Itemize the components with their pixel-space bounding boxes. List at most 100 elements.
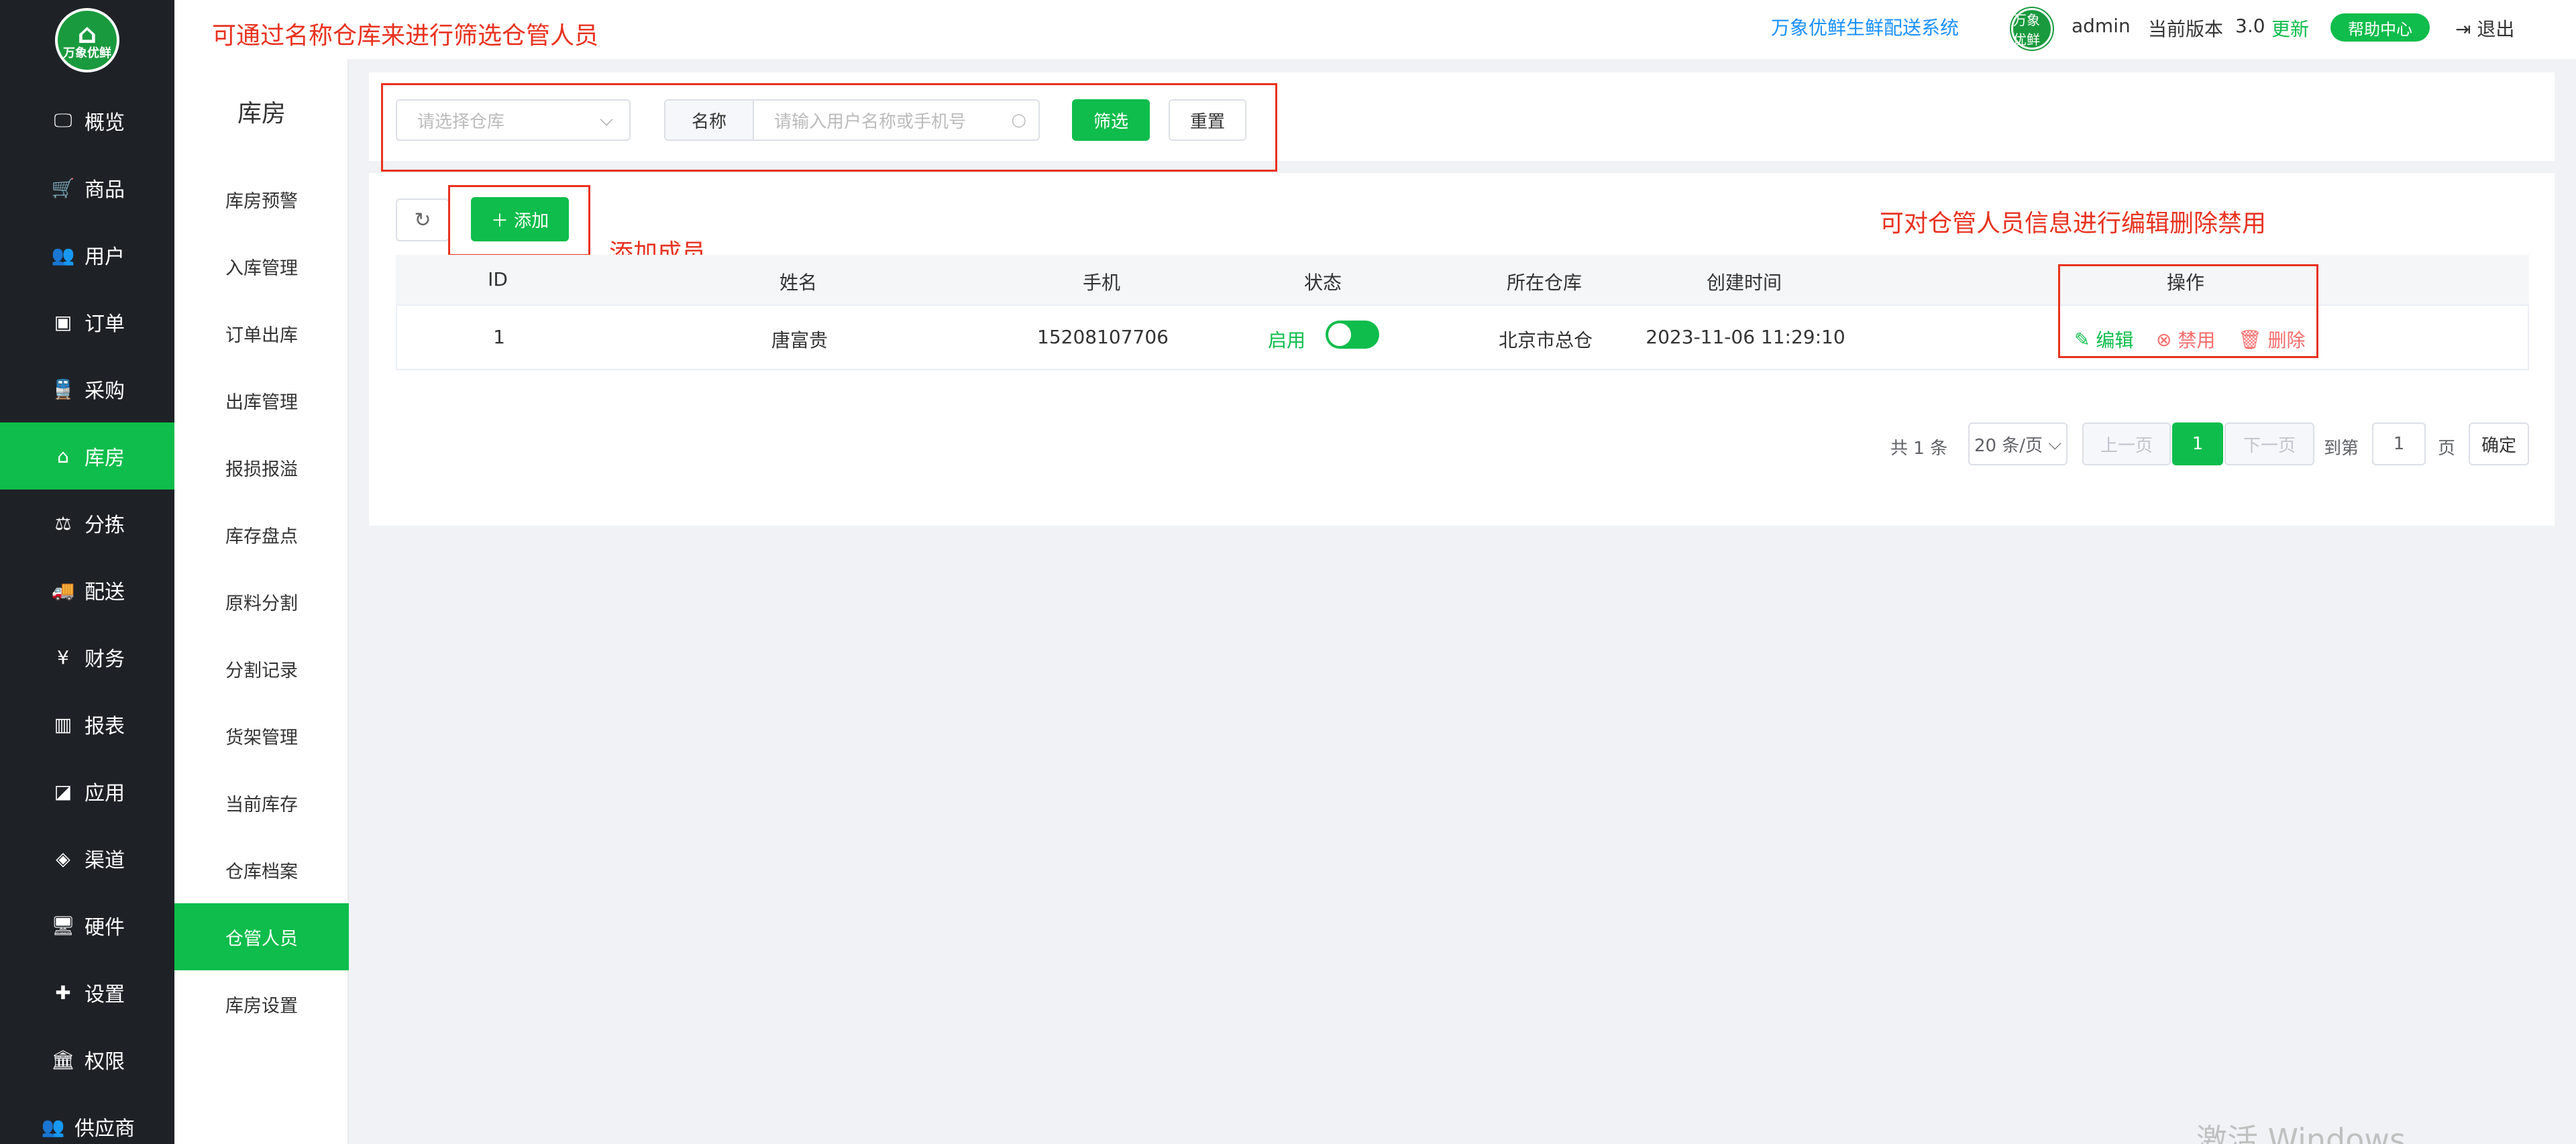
goto-confirm-button[interactable]: 确定 <box>2469 422 2529 465</box>
sidebar-item-label: 商品 <box>85 178 125 202</box>
subnav-item-loss-overflow[interactable]: 报损报溢 <box>174 434 349 501</box>
column-header-created: 创建时间 <box>1706 272 1782 294</box>
subnav-item-stocktake[interactable]: 库存盘点 <box>174 501 349 568</box>
money-icon: ▣ <box>54 310 72 333</box>
bank-icon: 🏛 <box>51 1048 75 1071</box>
column-header-status: 状态 <box>1303 272 1342 294</box>
version-value: 3.0 <box>2235 15 2265 37</box>
subnav-item-shelves[interactable]: 货架管理 <box>174 702 349 769</box>
help-center-button[interactable]: 帮助中心 <box>2330 13 2430 42</box>
annotation-box-filter <box>381 83 1277 172</box>
status-toggle[interactable] <box>1326 321 1379 349</box>
subnav-item-split-records[interactable]: 分割记录 <box>174 635 349 702</box>
page-unit-label: 页 <box>2438 439 2456 459</box>
goto-label: 到第 <box>2324 439 2359 459</box>
sidebar-item-label: 报表 <box>85 715 125 738</box>
next-page-button[interactable]: 下一页 <box>2224 422 2314 465</box>
sidebar-item-label: 财务 <box>85 648 125 671</box>
subnav-item-outbound[interactable]: 出库管理 <box>174 367 349 434</box>
sidebar-item-settings[interactable]: ✚ 设置 <box>0 959 174 1026</box>
house-icon: ⌂ <box>77 19 97 50</box>
logout-icon: ⇥ <box>2455 18 2471 40</box>
column-header-warehouse: 所在仓库 <box>1506 272 1582 294</box>
subnav-item-warehouse-files[interactable]: 仓库档案 <box>174 836 349 903</box>
sidebar-item-label: 订单 <box>85 312 125 336</box>
subnav-item-inbound[interactable]: 入库管理 <box>174 233 349 300</box>
sidebar-item-channels[interactable]: ◈ 渠道 <box>0 825 174 892</box>
sidebar-item-reports[interactable]: ▥ 报表 <box>0 691 174 758</box>
sidebar-item-overview[interactable]: 🖵 概览 <box>0 87 174 154</box>
sidebar-item-label: 设置 <box>85 983 125 1007</box>
apps-icon: ◪ <box>54 780 72 803</box>
cell-status-text: 启用 <box>1267 329 1306 351</box>
yen-icon: ¥ <box>57 646 69 669</box>
column-header-id: ID <box>488 268 508 290</box>
subnav-item-order-outbound[interactable]: 订单出库 <box>174 300 349 367</box>
sidebar-item-users[interactable]: 👥 用户 <box>0 221 174 288</box>
column-header-name: 姓名 <box>779 272 818 294</box>
sidebar-item-hardware[interactable]: 🖥 硬件 <box>0 892 174 959</box>
subnav-item-current-stock[interactable]: 当前库存 <box>174 769 349 836</box>
logout-button[interactable]: ⇥ 退出 <box>2455 15 2514 42</box>
prev-page-button[interactable]: 上一页 <box>2082 422 2171 465</box>
annotation-ops-hint: 可对仓管人员信息进行编辑删除禁用 <box>1880 210 2267 237</box>
system-name[interactable]: 万象优鲜生鲜配送系统 <box>1771 13 1959 40</box>
sidebar-item-orders[interactable]: ▣ 订单 <box>0 288 174 355</box>
annotation-filter-hint: 可通过名称仓库来进行筛选仓管人员 <box>212 22 599 50</box>
sidebar-item-finance[interactable]: ¥ 财务 <box>0 624 174 691</box>
subnav-item-keepers[interactable]: 仓管人员 <box>174 903 349 970</box>
sidebar-item-label: 渠道 <box>85 849 125 872</box>
brand-logo[interactable]: ⌂ 万象优鲜 <box>55 8 119 72</box>
version-label: 当前版本 <box>2148 18 2224 40</box>
toggle-knob <box>1328 323 1351 346</box>
username[interactable]: admin <box>2072 15 2131 37</box>
subnav-title: 库房 <box>237 100 286 127</box>
sidebar-item-permissions[interactable]: 🏛 权限 <box>0 1026 174 1093</box>
sidebar-item-warehouse[interactable]: ⌂ 库房 <box>0 422 174 490</box>
sidebar-item-purchase[interactable]: 🚆 采购 <box>0 355 174 422</box>
goto-page-input[interactable]: 1 <box>2372 422 2426 465</box>
annotation-box-actions <box>2058 264 2318 358</box>
annotation-box-add <box>448 185 590 256</box>
cart-icon: 🛒 <box>51 176 75 199</box>
sidebar-item-label: 采购 <box>85 380 125 403</box>
refresh-icon: ↻ <box>414 208 431 232</box>
subnav-item-material-split[interactable]: 原料分割 <box>174 568 349 635</box>
sidebar-item-label: 用户 <box>85 245 125 269</box>
puzzle-icon: ✚ <box>55 981 71 1004</box>
sub-sidebar: 库房 库房预警 入库管理 订单出库 出库管理 报损报溢 库存盘点 原料分割 分割… <box>174 0 349 1144</box>
page-1-button[interactable]: 1 <box>2172 422 2223 465</box>
subnav-item-warehouse-settings[interactable]: 库房设置 <box>174 970 349 1037</box>
sidebar-item-label: 库房 <box>85 447 125 470</box>
pagination-total: 共 1 条 <box>1890 439 1948 459</box>
sidebar-item-label: 分拣 <box>85 514 125 537</box>
subnav-item-stock-alert[interactable]: 库房预警 <box>174 166 349 233</box>
page-size-select[interactable]: 20 条/页 ⌵ <box>1968 422 2068 465</box>
sidebar-item-suppliers[interactable]: 👥 供应商 <box>0 1093 174 1144</box>
scale-icon: ⚖ <box>54 512 72 534</box>
sidebar-item-label: 应用 <box>85 782 125 805</box>
group-icon: 👥 <box>41 1115 65 1138</box>
sidebar-item-label: 硬件 <box>85 916 125 939</box>
cell-phone: 15208107706 <box>1037 326 1169 348</box>
cube-icon: ◈ <box>56 847 70 870</box>
cell-id: 1 <box>493 326 505 348</box>
cell-name: 唐富贵 <box>771 329 828 351</box>
monitor-icon: 🖵 <box>54 109 72 131</box>
main-sidebar: ⌂ 万象优鲜 🖵 概览 🛒 商品 👥 用户 ▣ 订单 🚆 采购 ⌂ 库房 ⚖ 分拣 🚚 配送 ¥ 财… <box>0 0 174 1144</box>
sidebar-item-delivery[interactable]: 🚚 配送 <box>0 557 174 624</box>
home-icon: ⌂ <box>57 445 69 467</box>
desktop-icon: 🖥 <box>51 914 75 937</box>
sidebar-item-label: 供应商 <box>74 1117 135 1141</box>
sidebar-item-sorting[interactable]: ⚖ 分拣 <box>0 490 174 557</box>
avatar[interactable]: 万象优鲜 <box>2011 8 2053 50</box>
sidebar-item-label: 权限 <box>85 1050 125 1074</box>
refresh-button[interactable]: ↻ <box>396 198 449 241</box>
windows-activation-watermark: 激活 Windows <box>2196 1122 2406 1144</box>
column-header-phone: 手机 <box>1082 272 1121 294</box>
cell-created: 2023-11-06 11:29:10 <box>1646 326 1845 348</box>
sidebar-item-apps[interactable]: ◪ 应用 <box>0 758 174 825</box>
update-link[interactable]: 更新 <box>2271 15 2309 42</box>
sidebar-item-goods[interactable]: 🛒 商品 <box>0 154 174 221</box>
page-size-value: 20 条/页 <box>1974 435 2043 456</box>
